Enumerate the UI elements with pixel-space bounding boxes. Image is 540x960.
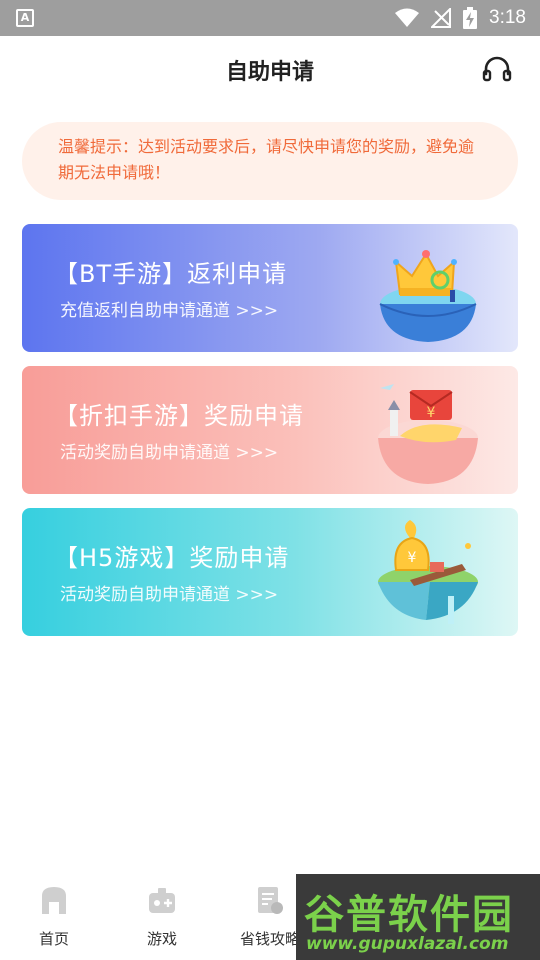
status-time: 3:18 [489,7,526,28]
red-envelope-island-icon: ¥ [378,384,478,484]
watermark-logo: 谷普软件园 [304,892,514,938]
home-icon [42,887,66,914]
warm-tip-notice: 温馨提示：达到活动要求后，请尽快申请您的奖励，避免逾期无法申请哦！ [22,122,518,200]
card-title: 【BT手游】返利申请 [54,260,288,288]
status-bar: A 3:18 [0,0,540,36]
nav-label: 首页 [38,930,69,948]
gamepad-icon [149,888,175,913]
signal-icon [431,8,452,28]
headset-icon[interactable] [482,54,512,84]
h5-reward-card[interactable]: 【H5游戏】奖励申请 活动奖励自助申请通道 >>> ¥ [22,508,518,636]
money-bag-island-icon: ¥ [378,520,478,624]
card-subtitle: 充值返利自助申请通道 >>> [60,301,279,321]
nav-item-games[interactable]: 游戏 [122,884,202,949]
a-letter-icon: A [16,9,34,27]
wifi-icon [395,8,420,27]
card-title: 【H5游戏】奖励申请 [54,544,290,572]
app-header: 自助申请 [0,36,540,100]
card-title: 【折扣手游】奖励申请 [54,402,304,430]
card-subtitle: 活动奖励自助申请通道 >>> [60,443,279,463]
nav-label: 游戏 [146,930,177,948]
battery-charging-icon [463,7,478,29]
svg-text:¥: ¥ [408,550,417,566]
savings-guide-icon [258,887,283,914]
card-subtitle: 活动奖励自助申请通道 >>> [60,585,279,605]
watermark-overlay: 谷普软件园 www.gupuxlazal.com [296,874,540,960]
nav-item-home[interactable]: 首页 [14,884,94,949]
bt-rebate-card[interactable]: 【BT手游】返利申请 充值返利自助申请通道 >>> [22,224,518,352]
crown-island-icon [379,250,477,342]
status-icons: 3:18 [395,0,526,36]
discount-reward-card[interactable]: 【折扣手游】奖励申请 活动奖励自助申请通道 >>> ¥ [22,366,518,494]
svg-text:¥: ¥ [427,405,436,421]
watermark-url: www.gupuxlazal.com [306,934,509,954]
page-title: 自助申请 [225,60,314,85]
